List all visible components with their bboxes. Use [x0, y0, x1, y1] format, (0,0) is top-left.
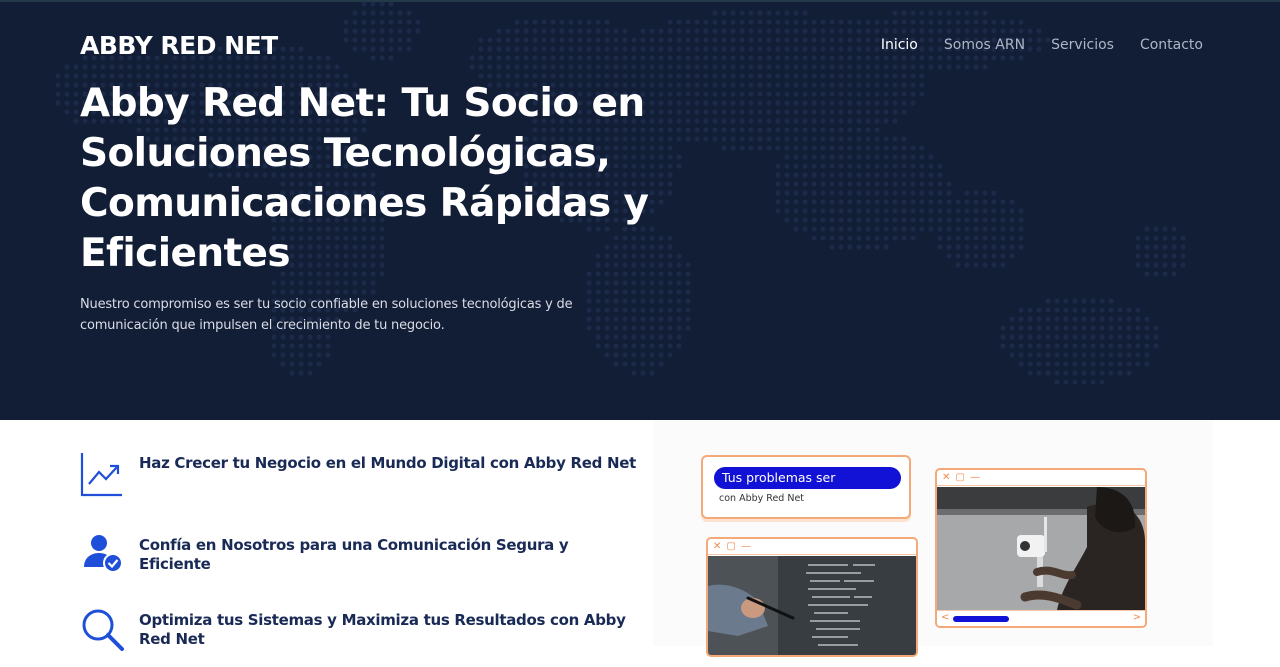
camera-window: ✕ ▢ — < >	[935, 468, 1147, 628]
nav-item-contacto[interactable]: Contacto	[1140, 37, 1203, 53]
nav-item-somos-arn[interactable]: Somos ARN	[944, 37, 1025, 53]
verified-user-icon	[80, 532, 124, 576]
window-titlebar: ✕ ▢ —	[708, 539, 916, 555]
window-controls: ✕ ▢ —	[713, 541, 753, 552]
magnifier-icon	[80, 607, 124, 651]
camera-install-photo	[937, 487, 1145, 610]
brand-logo[interactable]: ABBY RED NET	[80, 31, 278, 60]
growth-chart-icon	[80, 450, 124, 497]
chat-bubble: Tus problemas ser	[714, 467, 901, 489]
nav-item-servicios[interactable]: Servicios	[1051, 37, 1114, 53]
feature-text: Confía en Nosotros para una Comunicación…	[139, 536, 569, 573]
code-window: ✕ ▢ —	[706, 537, 918, 657]
feature-text: Haz Crecer tu Negocio en el Mundo Digita…	[139, 454, 636, 472]
main-nav: Inicio Somos ARN Servicios Contacto	[881, 37, 1203, 53]
hero-section: ABBY RED NET Inicio Somos ARN Servicios …	[0, 0, 1280, 420]
hero-title: Abby Red Net: Tu Socio en Soluciones Tec…	[80, 81, 649, 276]
scroll-right-icon[interactable]: >	[1133, 611, 1141, 625]
feature-item-optimize: Optimiza tus Sistemas y Maximiza tus Res…	[80, 607, 640, 667]
hero-lead: Nuestro compromiso es ser tu socio confi…	[80, 297, 573, 333]
nav-item-inicio[interactable]: Inicio	[881, 37, 918, 53]
window-controls: ✕ ▢ —	[942, 472, 982, 483]
chat-subtext: con Abby Red Net	[719, 493, 805, 504]
chat-card: Tus problemas ser con Abby Red Net	[701, 455, 911, 519]
scroll-left-icon[interactable]: <	[941, 611, 949, 625]
window-titlebar: ✕ ▢ —	[937, 470, 1145, 486]
window-scrollbar[interactable]: < >	[937, 610, 1145, 626]
feature-item-grow: Haz Crecer tu Negocio en el Mundo Digita…	[80, 450, 640, 510]
feature-item-trust: Confía en Nosotros para una Comunicación…	[80, 532, 640, 592]
feature-text: Optimiza tus Sistemas y Maximiza tus Res…	[139, 611, 626, 648]
code-screen-photo	[708, 556, 916, 655]
scroll-thumb[interactable]	[953, 616, 1009, 622]
